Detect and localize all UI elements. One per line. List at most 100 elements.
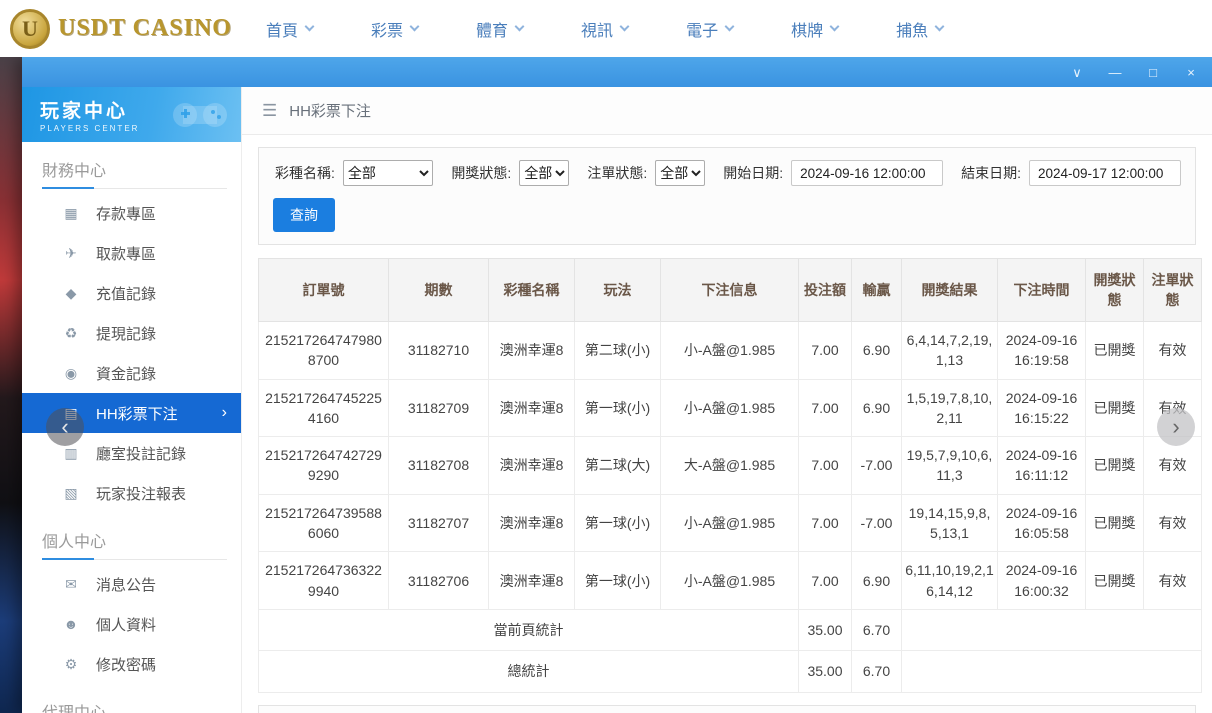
- menu-label: 體育: [476, 17, 508, 41]
- window-titlebar: ∨ — □ ×: [22, 57, 1212, 87]
- header-order-id: 訂單號: [259, 259, 389, 322]
- main-menu: 首頁 彩票 體育 視訊 電子 棋牌 捕魚: [266, 17, 943, 41]
- cell-bet-info: 小-A盤@1.985: [661, 379, 799, 437]
- section-personal-center: 個人中心: [22, 513, 241, 558]
- background-photo: [0, 57, 22, 713]
- section-agent-center: 代理中心: [22, 684, 241, 713]
- chevron-left-icon: ‹: [61, 414, 68, 440]
- window-close-icon[interactable]: ×: [1184, 66, 1198, 79]
- menu-item-sports[interactable]: 體育: [476, 17, 523, 41]
- order-status-select[interactable]: 全部: [655, 160, 705, 186]
- cell-result: 6,4,14,7,2,19,1,13: [902, 322, 998, 380]
- draw-status-select[interactable]: 全部: [519, 160, 569, 186]
- chevron-down-icon: [935, 22, 945, 32]
- hamburger-icon[interactable]: ☰: [262, 101, 277, 121]
- cell-period: 31182709: [389, 379, 489, 437]
- gear-icon: ⚙: [62, 656, 80, 673]
- menu-item-slots[interactable]: 電子: [686, 17, 733, 41]
- cell-result: 19,14,15,9,8,5,13,1: [902, 494, 998, 552]
- window-minimize-icon[interactable]: —: [1108, 66, 1122, 79]
- cell-order-id: 2152172647452254160: [259, 379, 389, 437]
- sidebar-item-funds-records[interactable]: ◉ 資金記錄: [22, 353, 241, 393]
- sidebar-item-withdrawal-records[interactable]: ♻ 提現記錄: [22, 313, 241, 353]
- menu-item-lottery[interactable]: 彩票: [371, 17, 418, 41]
- logo-coin-icon: U: [10, 9, 50, 49]
- cell-win-loss: 6.90: [852, 379, 902, 437]
- filter-panel: 彩種名稱: 全部 開獎狀態: 全部 注單狀態: 全部 開始日期:: [258, 147, 1196, 245]
- carousel-left-arrow[interactable]: ‹: [46, 408, 84, 446]
- bets-table: 訂單號 期數 彩種名稱 玩法 下注信息 投注額 輸贏 開獎結果 下注時間 開獎狀…: [258, 258, 1202, 693]
- header-lottery: 彩種名稱: [489, 259, 575, 322]
- header-bet-info: 下注信息: [661, 259, 799, 322]
- site-logo[interactable]: U USDT CASINO: [10, 9, 248, 49]
- menu-item-cards[interactable]: 棋牌: [791, 17, 838, 41]
- recharge-records-icon: ◆: [62, 285, 80, 302]
- header-win-loss: 輸贏: [852, 259, 902, 322]
- menu-item-home[interactable]: 首頁: [266, 17, 313, 41]
- page-title: HH彩票下注: [289, 100, 371, 121]
- cell-draw-status: 已開獎: [1086, 379, 1144, 437]
- cell-order-status: 有效: [1144, 494, 1202, 552]
- sidebar-item-recharge-records[interactable]: ◆ 充值記錄: [22, 273, 241, 313]
- header-play: 玩法: [575, 259, 661, 322]
- total-summary-row: 總統計 35.00 6.70: [259, 651, 1202, 692]
- chevron-down-icon: [620, 22, 630, 32]
- table-header-row: 訂單號 期數 彩種名稱 玩法 下注信息 投注額 輸贏 開獎結果 下注時間 開獎狀…: [259, 259, 1202, 322]
- cell-amount: 7.00: [799, 437, 852, 495]
- header-draw-status: 開獎狀態: [1086, 259, 1144, 322]
- header-order-status: 注單狀態: [1144, 259, 1202, 322]
- sidebar-item-label: 廳室投註記錄: [96, 443, 186, 464]
- room-bet-records-icon: ▥: [62, 445, 80, 462]
- sidebar-item-announcements[interactable]: ✉ 消息公告: [22, 564, 241, 604]
- sidebar-item-change-password[interactable]: ⚙ 修改密碼: [22, 644, 241, 684]
- withdrawal-records-icon: ♻: [62, 325, 80, 342]
- cell-bet-info: 小-A盤@1.985: [661, 322, 799, 380]
- menu-label: 視訊: [581, 17, 613, 41]
- cell-amount: 7.00: [799, 552, 852, 610]
- cell-period: 31182708: [389, 437, 489, 495]
- cell-draw-status: 已開獎: [1086, 437, 1144, 495]
- carousel-right-arrow[interactable]: ›: [1157, 408, 1195, 446]
- cell-result: 19,5,7,9,10,6,11,3: [902, 437, 998, 495]
- cell-time: 2024-09-16 16:15:22: [998, 379, 1086, 437]
- start-date-input[interactable]: [791, 160, 943, 186]
- cell-order-id: 2152172647427299290: [259, 437, 389, 495]
- menu-label: 電子: [686, 17, 718, 41]
- cell-win-loss: 6.90: [852, 552, 902, 610]
- cell-bet-info: 大-A盤@1.985: [661, 437, 799, 495]
- menu-label: 捕魚: [896, 17, 928, 41]
- search-button[interactable]: 查詢: [273, 198, 335, 232]
- cell-result: 1,5,19,7,8,10,2,11: [902, 379, 998, 437]
- sidebar-item-profile[interactable]: ☻ 個人資料: [22, 604, 241, 644]
- cell-amount: 7.00: [799, 379, 852, 437]
- cell-time: 2024-09-16 16:05:58: [998, 494, 1086, 552]
- cell-bet-info: 小-A盤@1.985: [661, 494, 799, 552]
- cell-order-id: 2152172647395886060: [259, 494, 389, 552]
- sidebar-item-player-bet-report[interactable]: ▧ 玩家投注報表: [22, 473, 241, 513]
- menu-label: 首頁: [266, 17, 298, 41]
- cell-play: 第一球(小): [575, 494, 661, 552]
- chevron-right-icon: ›: [1172, 414, 1179, 440]
- sidebar-item-withdraw[interactable]: ✈ 取款專區: [22, 233, 241, 273]
- page-summary-amount: 35.00: [799, 609, 852, 650]
- table-row: 2152172647395886060 31182707 澳洲幸運8 第一球(小…: [259, 494, 1202, 552]
- end-date-label: 結束日期:: [961, 163, 1021, 183]
- window-collapse-icon[interactable]: ∨: [1070, 66, 1084, 79]
- window-maximize-icon[interactable]: □: [1146, 66, 1160, 79]
- menu-item-video[interactable]: 視訊: [581, 17, 628, 41]
- sidebar-item-deposit[interactable]: ▦ 存款專區: [22, 193, 241, 233]
- order-status-label: 注單狀態:: [587, 163, 647, 183]
- menu-item-fishing[interactable]: 捕魚: [896, 17, 943, 41]
- end-date-input[interactable]: [1029, 160, 1181, 186]
- lottery-name-select[interactable]: 全部: [343, 160, 434, 186]
- sidebar-item-label: 存款專區: [96, 203, 156, 224]
- cell-play: 第一球(小): [575, 379, 661, 437]
- draw-status-label: 開獎狀態:: [451, 163, 511, 183]
- cell-draw-status: 已開獎: [1086, 552, 1144, 610]
- filter-row: 彩種名稱: 全部 開獎狀態: 全部 注單狀態: 全部 開始日期:: [273, 160, 1181, 186]
- page-summary-label: 當前頁統計: [259, 609, 799, 650]
- players-center-banner: 玩家中心 PLAYERS CENTER: [22, 87, 241, 142]
- cell-bet-info: 小-A盤@1.985: [661, 552, 799, 610]
- table-row: 2152172647479808700 31182710 澳洲幸運8 第二球(小…: [259, 322, 1202, 380]
- window-body: 玩家中心 PLAYERS CENTER 財務中心 ▦ 存款專區: [22, 87, 1212, 713]
